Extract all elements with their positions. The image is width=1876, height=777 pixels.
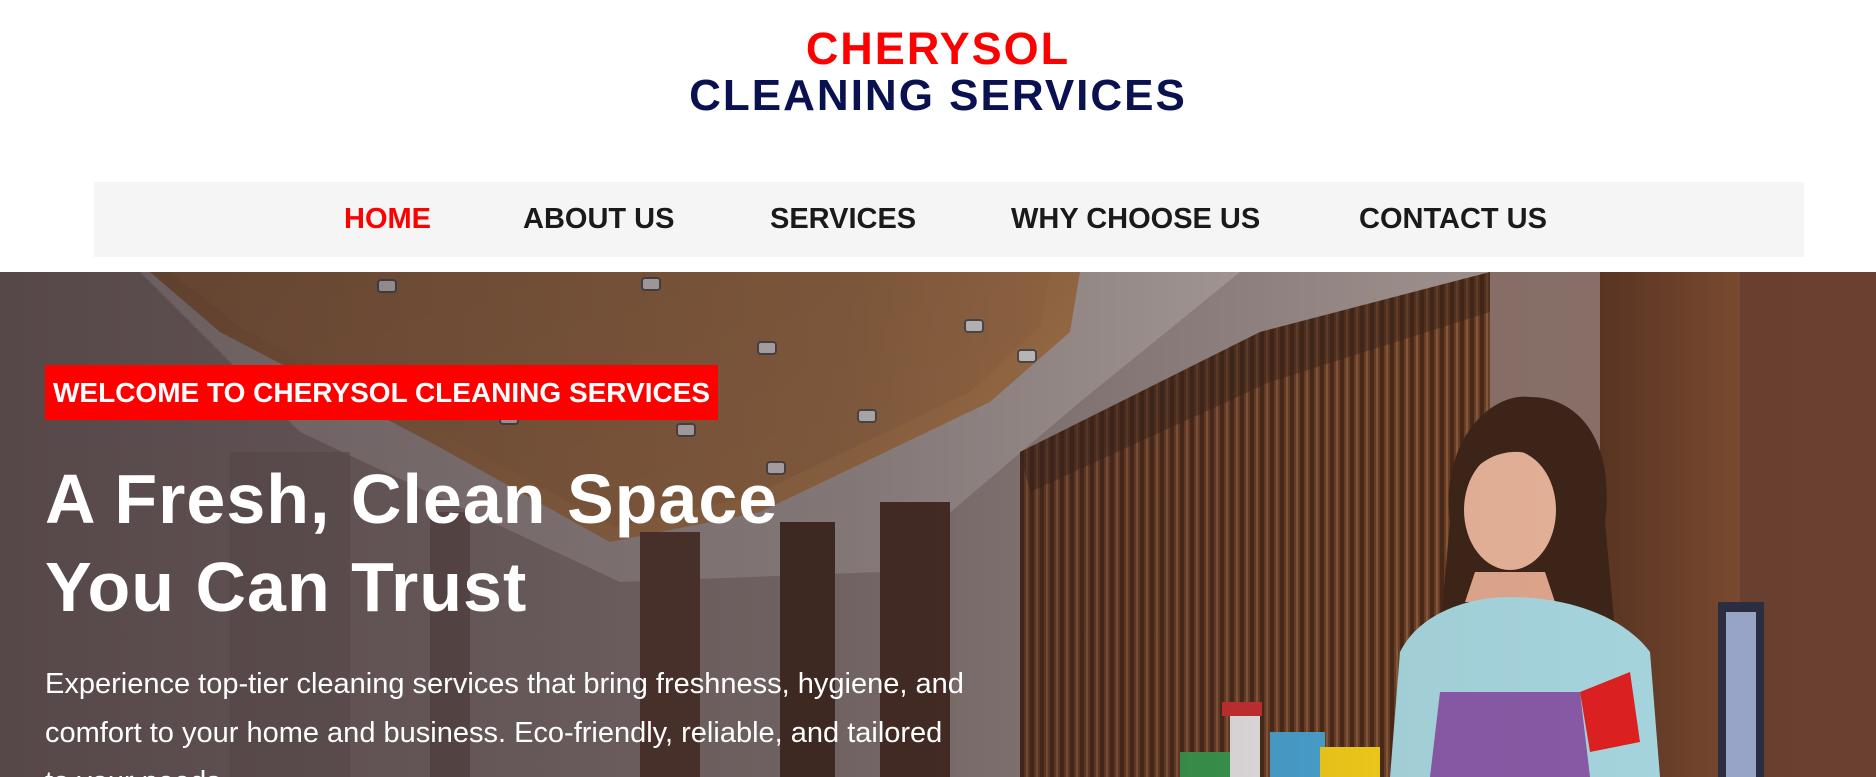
welcome-badge: WELCOME TO CHERYSOL CLEANING SERVICES [45,365,719,420]
nav-item-services[interactable]: SERVICES [770,182,916,257]
hero-title-line2: You Can Trust [45,548,528,626]
logo-tagline: CLEANING SERVICES [689,71,1187,120]
logo-brand-name: CHERYSOL [805,23,1071,74]
hero-title-line1: A Fresh, Clean Space [45,460,779,538]
nav-item-home[interactable]: HOME [344,182,431,257]
site-header: CHERYSOL CLEANING SERVICES [0,0,1876,182]
nav-item-contact-us[interactable]: CONTACT US [1359,182,1547,257]
main-nav: HOME ABOUT US SERVICES WHY CHOOSE US CON… [94,182,1804,257]
nav-item-about-us[interactable]: ABOUT US [523,182,674,257]
nav-item-why-choose-us[interactable]: WHY CHOOSE US [1011,182,1260,257]
brand-logo[interactable]: CHERYSOL CLEANING SERVICES [0,26,1876,118]
hero-section: WELCOME TO CHERYSOL CLEANING SERVICES A … [0,272,1876,777]
hero-title: A Fresh, Clean Space You Can Trust [45,455,945,631]
hero-description: Experience top-tier cleaning services th… [45,668,964,777]
